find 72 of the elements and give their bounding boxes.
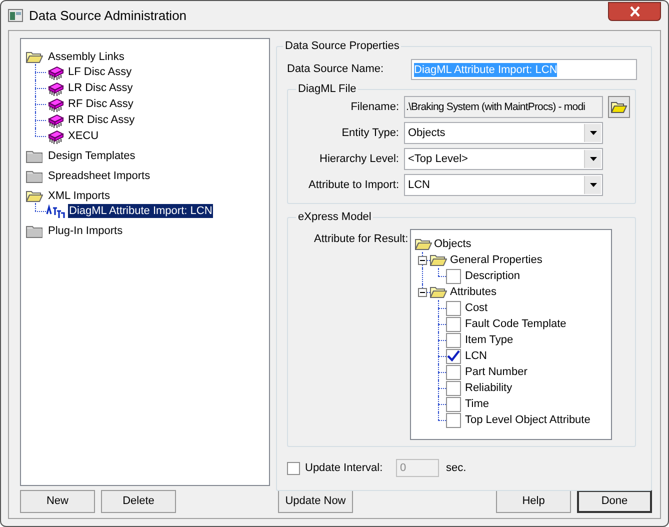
tree-item[interactable]: Cost xyxy=(465,301,488,315)
chip-icon xyxy=(46,64,64,80)
collapse-toggle[interactable] xyxy=(418,288,427,296)
dropdown-arrow-icon xyxy=(590,131,596,135)
tree-item[interactable]: Objects xyxy=(434,237,472,251)
dialog-button[interactable]: Done xyxy=(577,490,652,512)
tree-item[interactable]: Part Number xyxy=(465,365,528,379)
tree-item[interactable]: Top Level Object Attribute xyxy=(465,413,590,427)
tree-item[interactable]: Reliability xyxy=(465,381,512,395)
dropdown[interactable]: LCN xyxy=(404,174,603,196)
tree-item[interactable]: General Properties xyxy=(450,253,542,267)
field-label: Attribute for Result: xyxy=(314,232,410,247)
checkbox[interactable] xyxy=(446,396,461,412)
tree-item[interactable]: Attributes xyxy=(450,285,496,299)
dialog-button[interactable]: New xyxy=(20,490,95,512)
dialog-button[interactable]: Help xyxy=(496,490,571,512)
checkbox[interactable] xyxy=(446,332,461,348)
tree-item[interactable]: Time xyxy=(465,397,490,411)
checkbox[interactable] xyxy=(446,300,461,316)
chip-icon xyxy=(46,96,64,112)
tree-item[interactable]: Fault Code Template xyxy=(465,317,566,331)
tree-item[interactable]: RF Disc Assy xyxy=(67,97,134,111)
checkbox[interactable] xyxy=(446,268,461,284)
app-icon xyxy=(8,9,23,22)
group-title: eXpress Model xyxy=(296,210,374,224)
tree-item[interactable]: RR Disc Assy xyxy=(67,113,136,127)
tree-item[interactable]: XML Imports xyxy=(47,189,111,203)
dialog-button[interactable]: Update Now xyxy=(278,490,353,512)
browse-button[interactable] xyxy=(608,96,630,118)
close-icon xyxy=(628,6,640,17)
tree-item[interactable]: XECU xyxy=(67,129,100,143)
open-folder-icon xyxy=(430,253,447,267)
checkbox[interactable] xyxy=(446,348,461,364)
dropdown-arrow-icon xyxy=(590,183,596,187)
chip-icon xyxy=(46,112,64,128)
tree-item[interactable]: LR Disc Assy xyxy=(67,81,134,95)
chip-icon xyxy=(46,80,64,96)
field-label: Entity Type: xyxy=(340,126,400,141)
tree-item[interactable]: LF Disc Assy xyxy=(67,65,133,79)
tree-item[interactable]: LCN xyxy=(465,349,488,363)
field-label: Hierarchy Level: xyxy=(318,152,400,167)
checkbox[interactable] xyxy=(446,380,461,396)
group-title: Data Source Properties xyxy=(283,39,402,53)
group-title: DiagML File xyxy=(296,82,358,96)
checkbox[interactable] xyxy=(446,316,461,332)
step-icon xyxy=(46,204,65,218)
close-button[interactable] xyxy=(608,2,661,21)
field-label: Attribute to Import: xyxy=(308,178,400,193)
unit-label: sec. xyxy=(446,460,466,476)
checkbox[interactable] xyxy=(446,364,461,380)
folder-icon xyxy=(611,101,627,113)
checkbox[interactable] xyxy=(446,412,461,428)
chip-icon xyxy=(46,128,64,144)
window-title: Data Source Administration xyxy=(29,6,187,25)
field-label: Filename: xyxy=(350,100,400,115)
dropdown[interactable]: Objects xyxy=(404,122,603,144)
check-icon xyxy=(447,350,460,362)
open-folder-icon xyxy=(430,285,447,299)
field-label: Data Source Name: xyxy=(287,62,385,78)
collapse-toggle[interactable] xyxy=(418,256,427,264)
dropdown[interactable]: <Top Level> xyxy=(404,148,603,170)
dialog-button[interactable]: Delete xyxy=(101,490,176,512)
filename-field[interactable]: .\Braking System (with MaintProcs) - modi xyxy=(404,96,603,118)
tree-item[interactable]: Plug-In Imports xyxy=(47,224,124,238)
tree-item[interactable]: DiagML Attribute Import: LCN xyxy=(68,204,214,218)
dropdown-arrow-icon xyxy=(590,157,596,161)
tree-item[interactable]: Assembly Links xyxy=(47,50,126,64)
tree-item[interactable]: Design Templates xyxy=(47,149,136,163)
checkbox-label: Update Interval: xyxy=(305,460,384,476)
tree-item[interactable]: Item Type xyxy=(465,333,514,347)
tree-item[interactable]: Description xyxy=(465,269,520,283)
tree-item[interactable]: Spreadsheet Imports xyxy=(47,169,152,183)
